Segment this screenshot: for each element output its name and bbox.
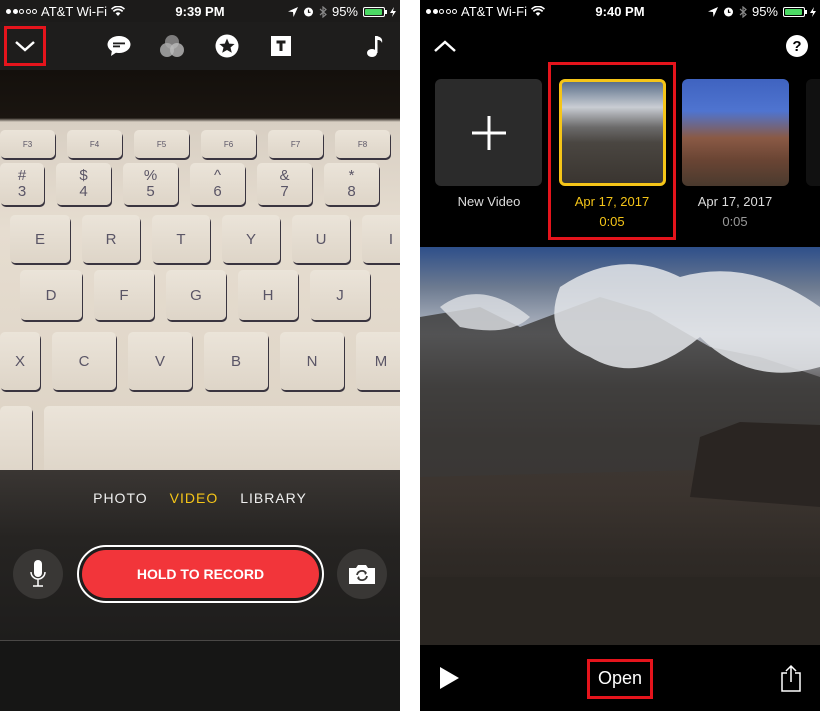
project-duration: 0:05 [722, 214, 748, 229]
key-command [0, 406, 32, 470]
key: I [362, 215, 400, 263]
capture-controls: PHOTO VIDEO LIBRARY HOLD TO RECORD [0, 470, 400, 640]
text-button[interactable] [266, 22, 296, 70]
key: F6 [201, 130, 256, 158]
key-row-bottom-letters: X C V B N M [0, 332, 400, 390]
key: # 3 [0, 163, 44, 205]
key: * 8 [324, 163, 379, 205]
plus-icon [471, 115, 507, 151]
filters-button[interactable] [157, 22, 187, 70]
speech-bubble-button[interactable] [104, 22, 134, 70]
mode-selector: PHOTO VIDEO LIBRARY [0, 490, 400, 506]
battery-icon [363, 6, 387, 17]
music-button[interactable] [360, 22, 390, 70]
key: G [166, 270, 226, 320]
mode-photo[interactable]: PHOTO [93, 490, 148, 506]
key: X [0, 332, 40, 390]
status-bar: AT&T Wi-Fi 9:40 PM 95% [420, 0, 820, 22]
speech-bubble-icon [107, 35, 131, 57]
share-icon [780, 664, 802, 692]
microphone-icon [29, 559, 47, 589]
key: H [238, 270, 298, 320]
key: T [152, 215, 210, 263]
key: D [20, 270, 82, 320]
alarm-icon [723, 6, 734, 17]
mode-video[interactable]: VIDEO [170, 490, 219, 506]
svg-text:?: ? [792, 38, 801, 55]
alarm-icon [303, 6, 314, 17]
key: F [94, 270, 154, 320]
battery-icon [783, 6, 807, 17]
key: ^ 6 [190, 163, 245, 205]
bottom-panel [0, 640, 400, 711]
new-video-button[interactable] [435, 79, 542, 186]
project-thumbnail[interactable] [682, 79, 789, 186]
key: Y [222, 215, 280, 263]
mode-library[interactable]: LIBRARY [240, 490, 307, 506]
star-button[interactable] [212, 22, 242, 70]
music-note-icon [366, 34, 384, 58]
key-row-home-letters: D F G H J [20, 270, 370, 320]
key: F3 [0, 130, 55, 158]
top-toolbar [0, 22, 400, 70]
key-row-function: F3 F4 F5 F6 F7 F8 [0, 130, 390, 158]
bluetooth-icon [319, 5, 327, 18]
right-screen-projects: AT&T Wi-Fi 9:40 PM 95% ? New Video Apr 1… [420, 0, 820, 711]
key: E [10, 215, 70, 263]
video-preview[interactable] [420, 247, 820, 645]
camera-viewfinder[interactable]: F3 F4 F5 F6 F7 F8 # 3 $ 4 % 5 ^ 6 & 7 * … [0, 70, 400, 470]
highlight-box [548, 62, 676, 240]
left-screen-camera: AT&T Wi-Fi 9:39 PM 95% F3 F4 F5 F6 F7 F8… [0, 0, 400, 711]
key: B [204, 332, 268, 390]
flip-camera-icon [347, 563, 377, 585]
charging-icon [810, 6, 816, 17]
location-icon [707, 6, 718, 17]
key: & 7 [257, 163, 312, 205]
share-button[interactable] [776, 645, 806, 711]
hold-to-record-button[interactable]: HOLD TO RECORD [77, 545, 324, 603]
help-icon: ? [786, 35, 808, 57]
key: M [356, 332, 400, 390]
key-row-top-letters: E R T Y U I [10, 215, 400, 263]
key: N [280, 332, 344, 390]
collapse-up-button[interactable] [430, 22, 460, 70]
project-carousel: New Video Apr 17, 2017 0:05 Apr 17, 2017… [420, 62, 820, 247]
key: F7 [268, 130, 323, 158]
project-thumbnail-partial[interactable] [806, 79, 820, 186]
star-icon [215, 34, 239, 58]
play-button[interactable] [434, 645, 464, 711]
highlight-box [4, 26, 46, 66]
key: % 5 [123, 163, 178, 205]
help-button[interactable]: ? [782, 22, 812, 70]
key: F4 [67, 130, 122, 158]
key-space [44, 406, 400, 470]
microphone-button[interactable] [13, 549, 63, 599]
preview-image [420, 264, 820, 645]
key: F5 [134, 130, 189, 158]
chevron-up-icon [433, 39, 457, 53]
key: F8 [335, 130, 390, 158]
project-date: Apr 17, 2017 [697, 194, 773, 209]
filters-icon [159, 34, 185, 58]
key: $ 4 [56, 163, 111, 205]
key: C [52, 332, 116, 390]
key: J [310, 270, 370, 320]
location-icon [287, 6, 298, 17]
battery-percent: 95% [331, 4, 358, 19]
charging-icon [390, 6, 396, 17]
key: V [128, 332, 192, 390]
battery-percent: 95% [751, 4, 778, 19]
flip-camera-button[interactable] [337, 549, 387, 599]
record-label: HOLD TO RECORD [82, 550, 319, 598]
key-row-numbers: # 3 $ 4 % 5 ^ 6 & 7 * 8 [0, 163, 379, 205]
highlight-box [587, 659, 653, 699]
play-icon [438, 666, 460, 690]
new-video-label: New Video [457, 194, 521, 209]
key: R [82, 215, 140, 263]
bottom-bar: Open [420, 645, 820, 711]
text-icon [271, 36, 291, 56]
bluetooth-icon [739, 5, 747, 18]
status-bar: AT&T Wi-Fi 9:39 PM 95% [0, 0, 400, 22]
key: U [292, 215, 350, 263]
